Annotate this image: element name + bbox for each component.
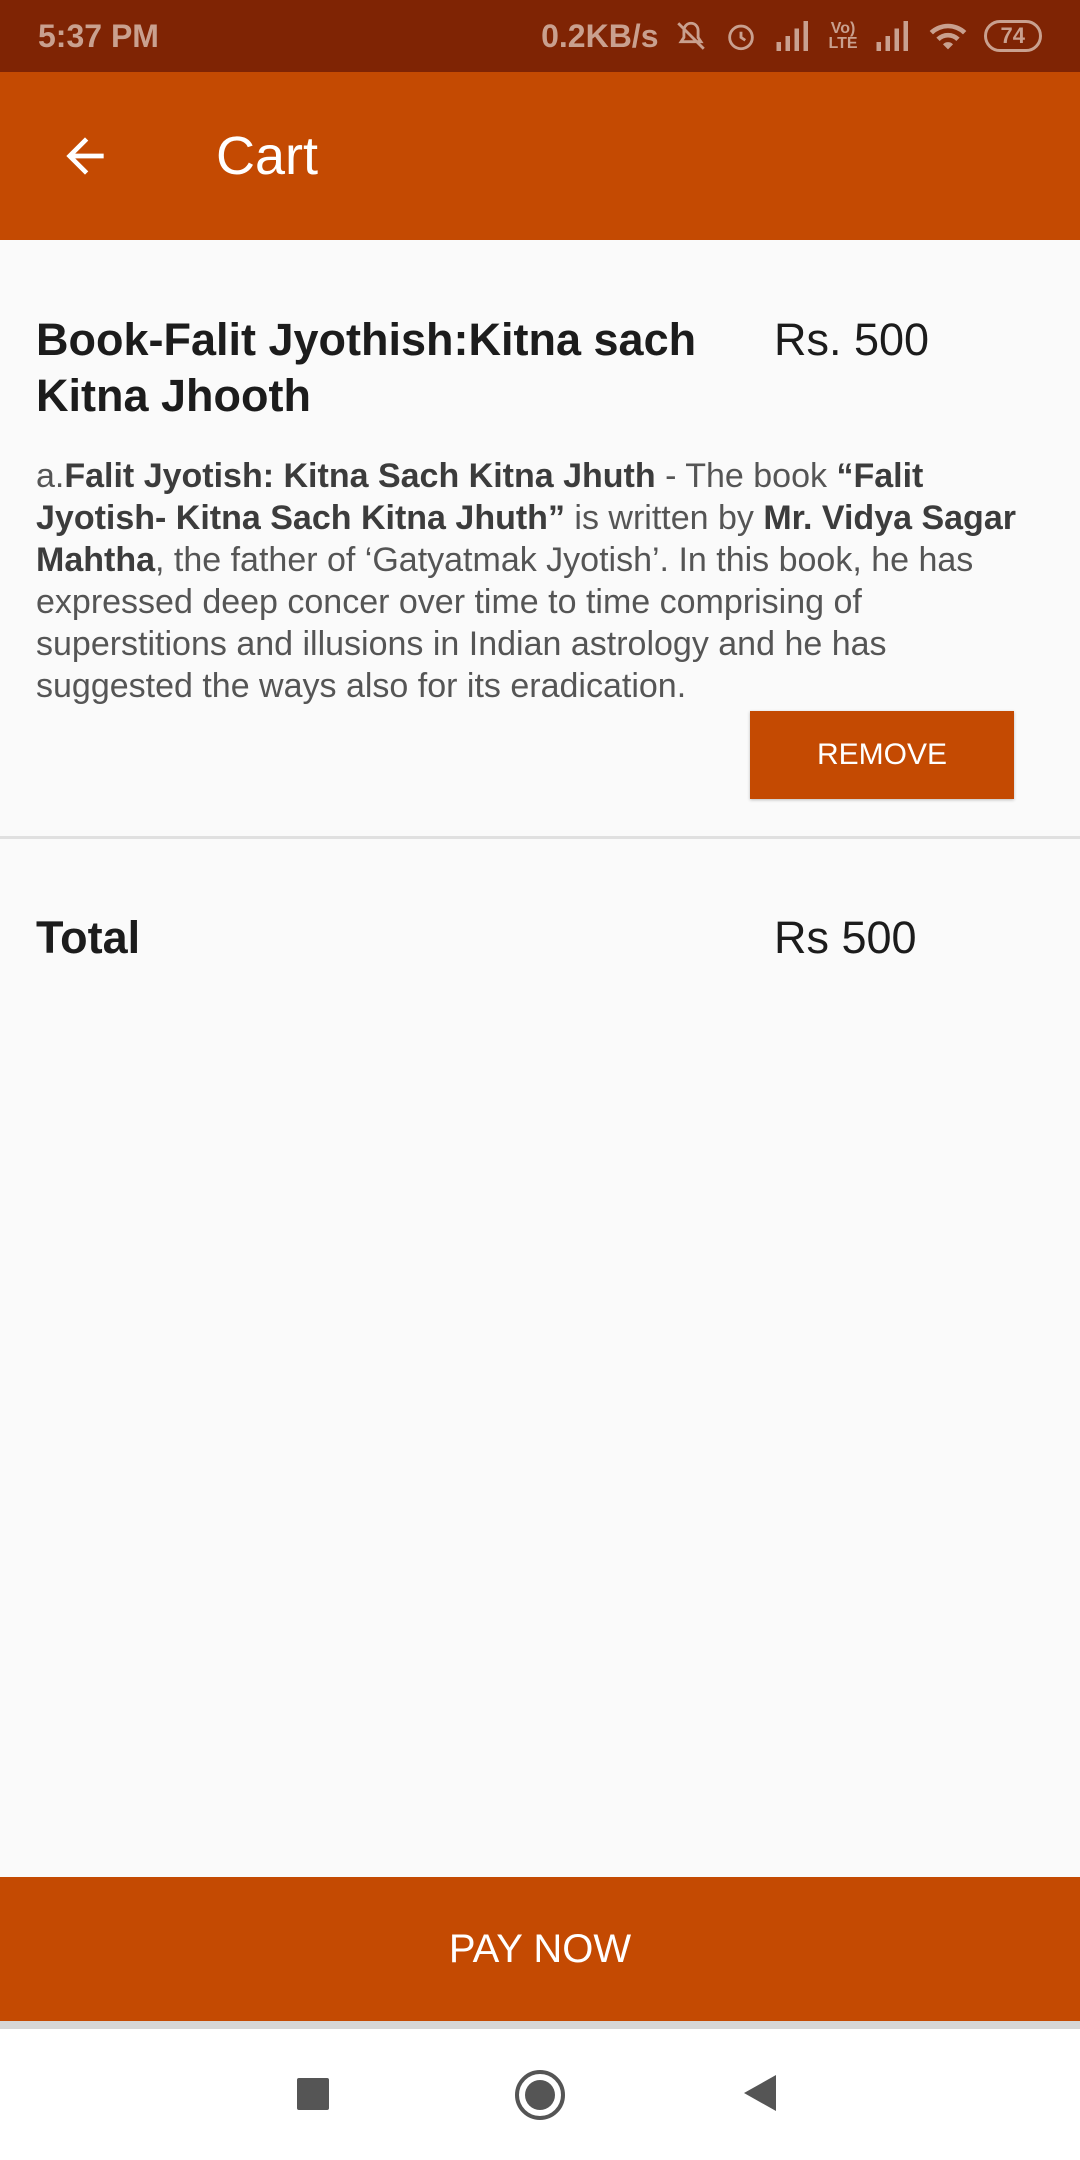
- desc-prefix: a.: [36, 457, 65, 495]
- recents-button[interactable]: [296, 2077, 330, 2111]
- item-title: Book-Falit Jyothish:Kitna sach Kitna Jho…: [36, 314, 697, 421]
- status-bar: 5:37 PM 0.2KB/s Vo) LTE 74: [0, 0, 1080, 72]
- signal-icon: [774, 21, 812, 51]
- back-icon: [744, 2075, 776, 2111]
- status-icons: 0.2KB/s Vo) LTE 74: [541, 18, 1042, 55]
- volte-icon: Vo) LTE: [828, 20, 858, 52]
- wifi-icon: [928, 20, 968, 52]
- pay-now-button[interactable]: PAY NOW: [0, 1877, 1080, 2021]
- network-speed: 0.2KB/s: [541, 17, 659, 54]
- arrow-left-icon: [66, 137, 104, 175]
- app-bar: Cart: [0, 72, 1080, 240]
- system-nav-bar: [0, 2029, 1080, 2160]
- home-button[interactable]: [514, 2069, 566, 2121]
- back-button[interactable]: [40, 111, 130, 201]
- item-price: Rs. 500: [774, 314, 930, 365]
- desc-text: is written by: [564, 499, 764, 537]
- desc-text: , the father of ‘Gatyatmak Jyotish’. In …: [36, 541, 974, 705]
- pay-button-shadow: [0, 2021, 1080, 2029]
- battery-icon: 74: [983, 20, 1042, 52]
- home-icon: [515, 2070, 565, 2120]
- alarm-icon: [724, 19, 758, 53]
- desc-book-name: Falit Jyotish: Kitna Sach Kitna Jhuth: [64, 457, 656, 495]
- remove-button[interactable]: REMOVE: [750, 711, 1014, 799]
- mute-icon: [674, 19, 708, 53]
- status-time: 5:37 PM: [38, 17, 159, 54]
- page-title: Cart: [216, 126, 319, 186]
- total-value: Rs 500: [774, 912, 917, 963]
- item-description: a.Falit Jyotish: Kitna Sach Kitna Jhuth …: [36, 455, 1036, 707]
- total-label: Total: [36, 912, 141, 963]
- signal-icon: [874, 21, 912, 51]
- divider: [0, 836, 1080, 839]
- nav-back-button[interactable]: [742, 2073, 778, 2113]
- recents-icon: [297, 2078, 329, 2110]
- desc-text: - The book: [655, 457, 837, 495]
